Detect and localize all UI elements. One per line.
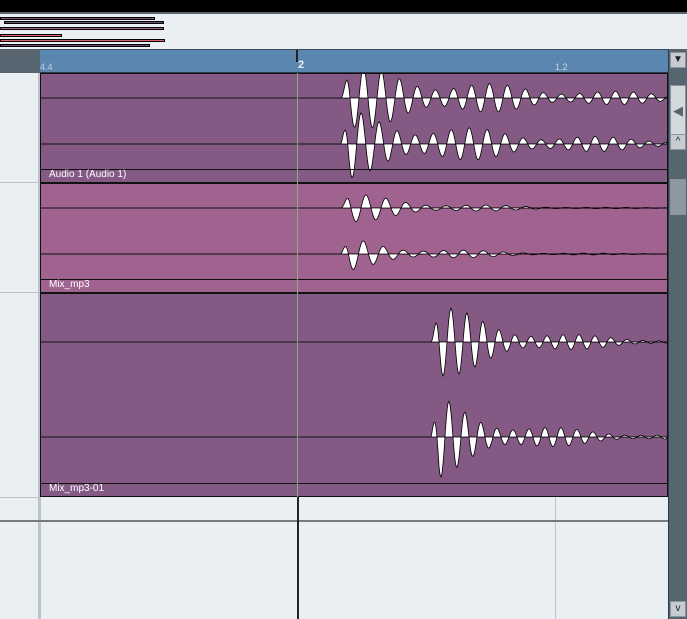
waveform <box>41 307 667 479</box>
track-list[interactable] <box>0 73 40 619</box>
audio-event[interactable]: Audio 1 (Audio 1) <box>40 73 668 183</box>
vertical-scrollbar[interactable]: ▼ ◀ ^ v <box>668 49 687 619</box>
waveform <box>41 74 667 179</box>
track-divider <box>0 520 668 522</box>
scroll-thumb[interactable] <box>670 179 686 215</box>
event-name: Mix_mp3 <box>49 279 90 290</box>
waveform <box>41 194 667 270</box>
event-name: Audio 1 (Audio 1) <box>49 169 127 180</box>
caret-up-icon[interactable]: ^ <box>670 134 686 150</box>
zoom-slider[interactable]: ◀ <box>670 85 686 139</box>
event-name: Mix_mp3-01 <box>49 483 105 494</box>
title-bar <box>0 0 687 12</box>
playback-cursor-line <box>297 497 299 619</box>
triangle-left-icon: ◀ <box>673 103 683 118</box>
ruler-corner <box>0 49 40 73</box>
project-overview[interactable] <box>0 12 687 49</box>
ruler-label: 4.4 <box>40 62 53 72</box>
playback-cursor[interactable] <box>297 73 298 497</box>
ruler-label-bar: 2 <box>298 59 305 71</box>
caret-down-icon[interactable]: v <box>670 601 686 617</box>
empty-grid[interactable] <box>40 497 668 619</box>
caret-down-icon[interactable]: ▼ <box>670 52 686 68</box>
timeline-ruler[interactable]: 4.4 2 1.2 <box>40 49 668 73</box>
audio-event[interactable]: Mix_mp3-01 <box>40 293 668 497</box>
ruler-label: 1.2 <box>555 62 568 72</box>
audio-event[interactable]: Mix_mp3 <box>40 183 668 293</box>
